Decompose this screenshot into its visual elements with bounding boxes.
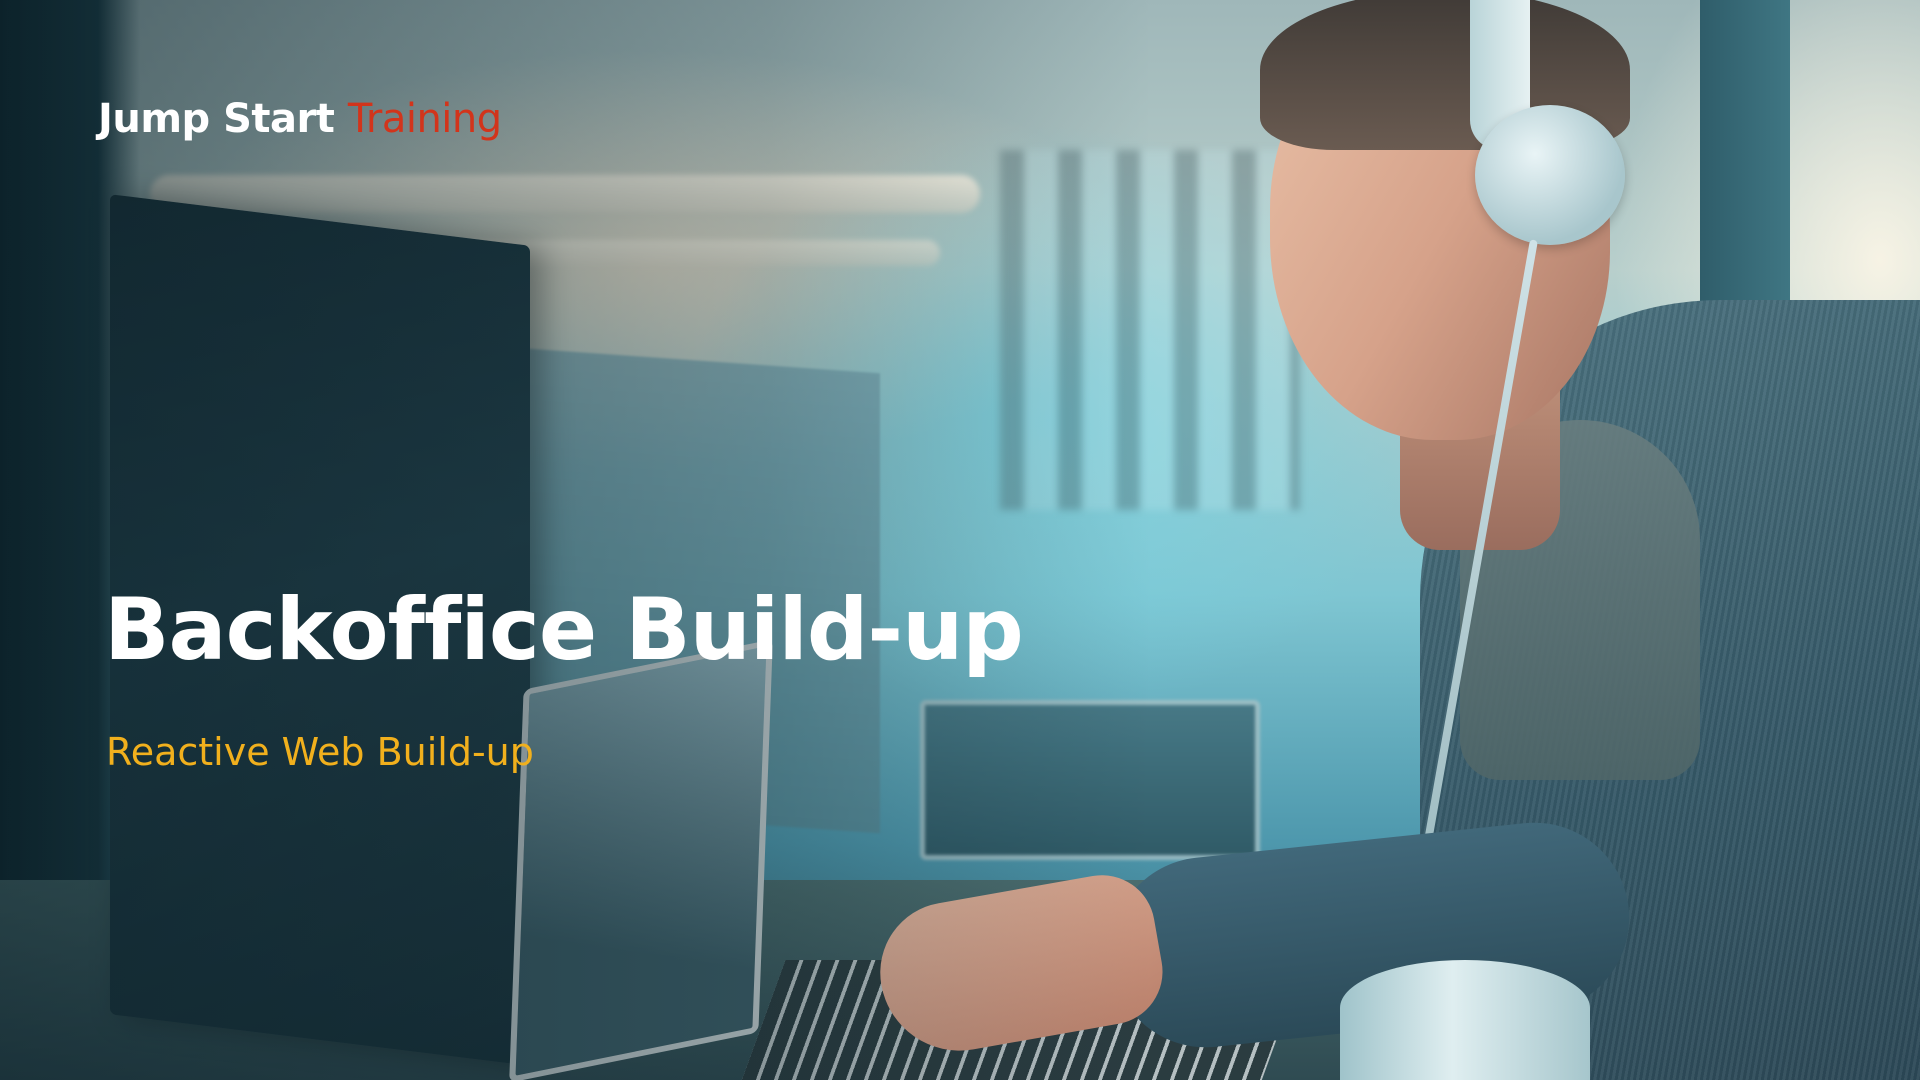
title-slide: Jump Start Training Backoffice Build-up … (0, 0, 1920, 1080)
brand-name-accent: Training (347, 96, 502, 142)
slide-title: Backoffice Build-up (104, 580, 1024, 680)
brand-logo: Jump Start Training (98, 96, 502, 142)
text-scrim (0, 0, 1920, 1080)
brand-name-primary: Jump Start (98, 96, 335, 142)
slide-subtitle: Reactive Web Build-up (106, 730, 534, 774)
